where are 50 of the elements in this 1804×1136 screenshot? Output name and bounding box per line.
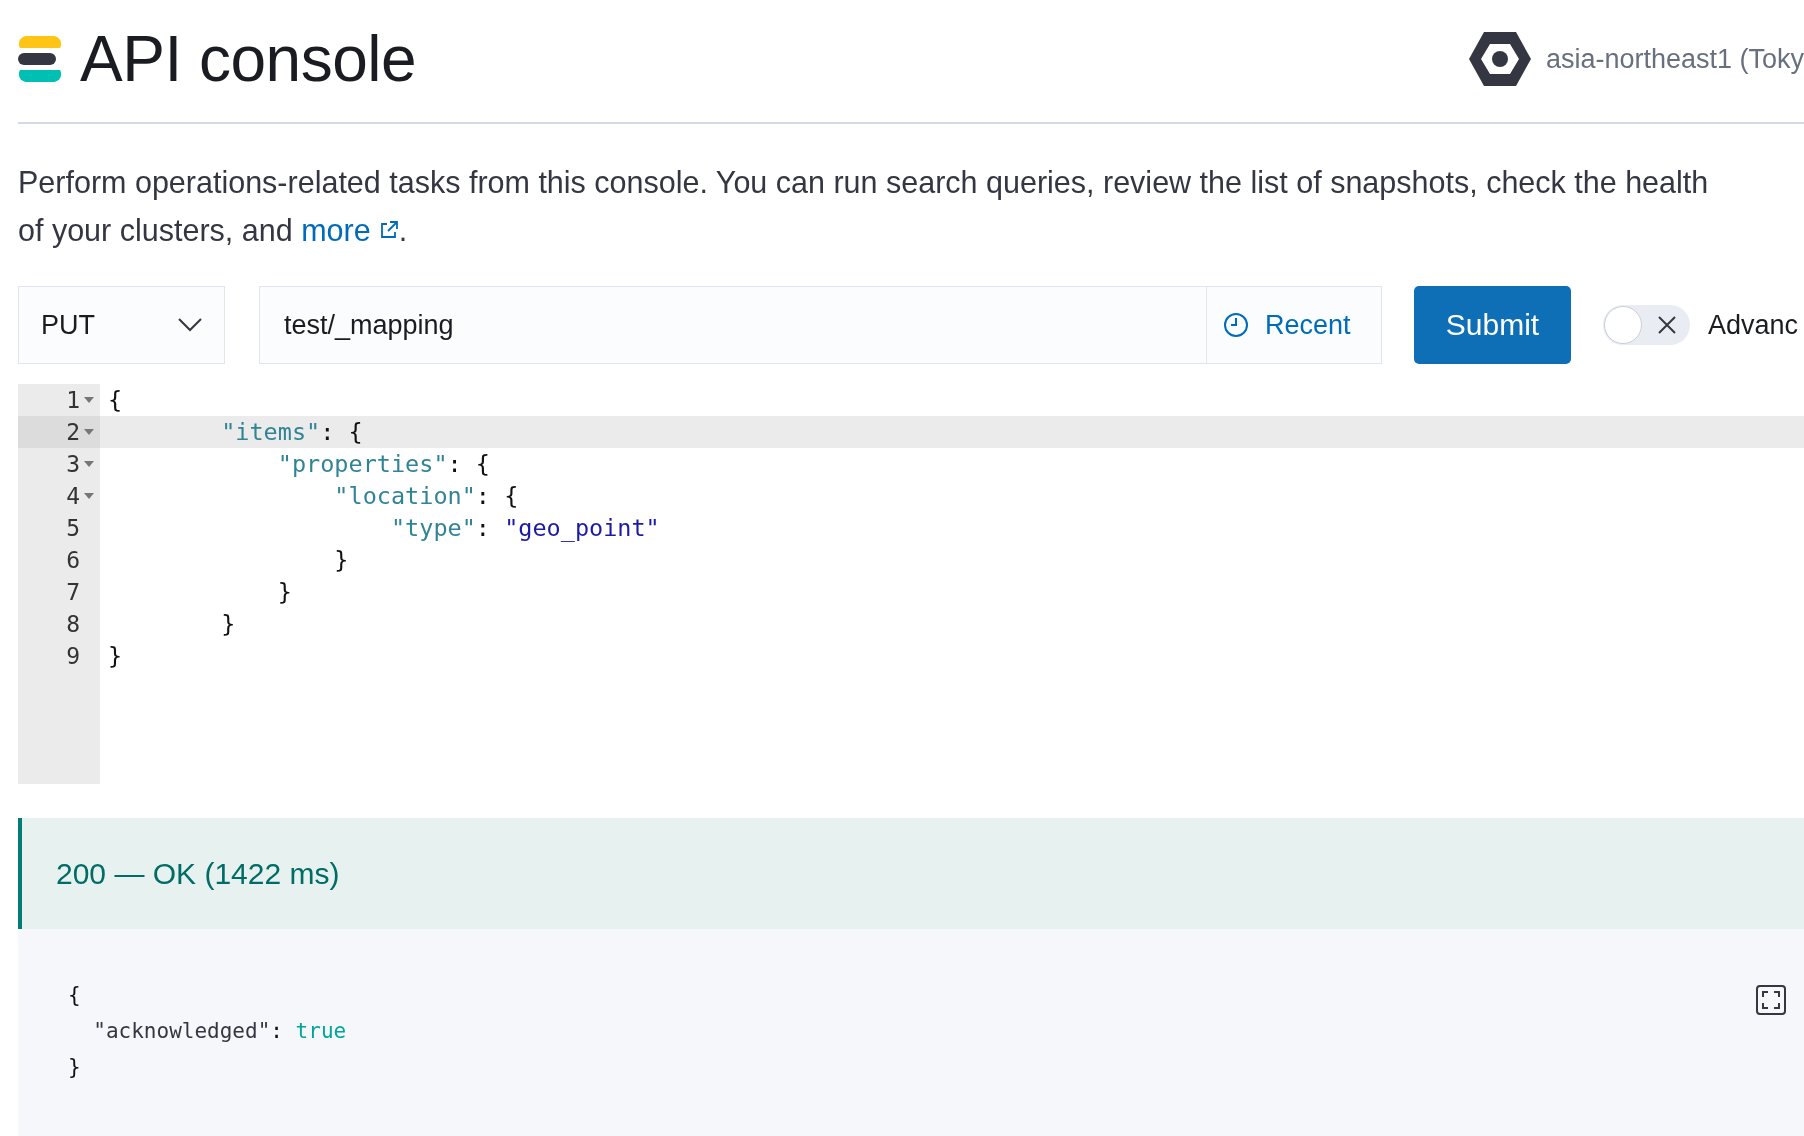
code-text: }	[108, 642, 123, 670]
code-text: {	[108, 386, 123, 414]
switch-label: Advanc	[1708, 309, 1799, 341]
line-number: 1	[66, 387, 80, 413]
code-text: }	[221, 610, 236, 638]
cross-icon	[1657, 315, 1677, 335]
fold-caret-icon[interactable]	[84, 397, 94, 403]
code-text: : {	[447, 450, 490, 478]
description-text: Perform operations-related tasks from this console. You can run search queries, review the list of snapshots, check the health of your clusters, and more .	[18, 158, 1718, 254]
line-number: 4	[66, 483, 80, 509]
external-link-icon	[378, 220, 399, 240]
code-text: {	[68, 982, 81, 1009]
chevron-down-icon	[178, 318, 202, 332]
line-number: 3	[66, 451, 80, 477]
fullscreen-icon[interactable]	[1756, 985, 1786, 1015]
advanced-switch[interactable]	[1603, 305, 1690, 345]
json-literal: true	[295, 1018, 347, 1045]
code-text: :	[270, 1018, 284, 1045]
more-link[interactable]: more	[301, 206, 399, 254]
line-number: 6	[66, 547, 80, 573]
status-text: 200 — OK (1422 ms)	[56, 856, 340, 891]
recent-button[interactable]: Recent	[1206, 287, 1381, 363]
fold-caret-icon[interactable]	[84, 493, 94, 499]
line-number: 5	[66, 515, 80, 541]
json-string: "geo_point"	[504, 514, 660, 542]
clock-icon	[1223, 312, 1249, 338]
line-number: 8	[66, 611, 80, 637]
region-label: asia-northeast1 (Toky	[1545, 43, 1804, 75]
json-key: "acknowledged"	[93, 1013, 271, 1049]
code-text: : {	[475, 482, 519, 510]
method-select[interactable]: PUT	[18, 286, 225, 364]
code-text: }	[334, 546, 349, 574]
json-key: "type"	[390, 514, 476, 542]
code-text: }	[277, 578, 292, 606]
json-key: "location"	[334, 482, 476, 510]
json-key: "items"	[221, 418, 321, 446]
code-text: :	[475, 514, 491, 542]
logo-icon	[18, 34, 62, 84]
submit-button[interactable]: Submit	[1414, 286, 1571, 364]
line-number: 7	[66, 579, 80, 605]
line-number: 2	[66, 419, 80, 445]
code-text: : {	[320, 418, 363, 446]
json-key: "properties"	[277, 450, 448, 478]
fold-caret-icon[interactable]	[84, 429, 94, 435]
code-text: }	[68, 1054, 81, 1081]
line-number: 9	[66, 643, 80, 669]
hexagon-logo-icon	[1467, 30, 1532, 88]
fold-caret-icon[interactable]	[84, 461, 94, 467]
path-field[interactable]: test/_mapping Recent	[259, 286, 1382, 364]
page-title: API console	[80, 22, 417, 96]
